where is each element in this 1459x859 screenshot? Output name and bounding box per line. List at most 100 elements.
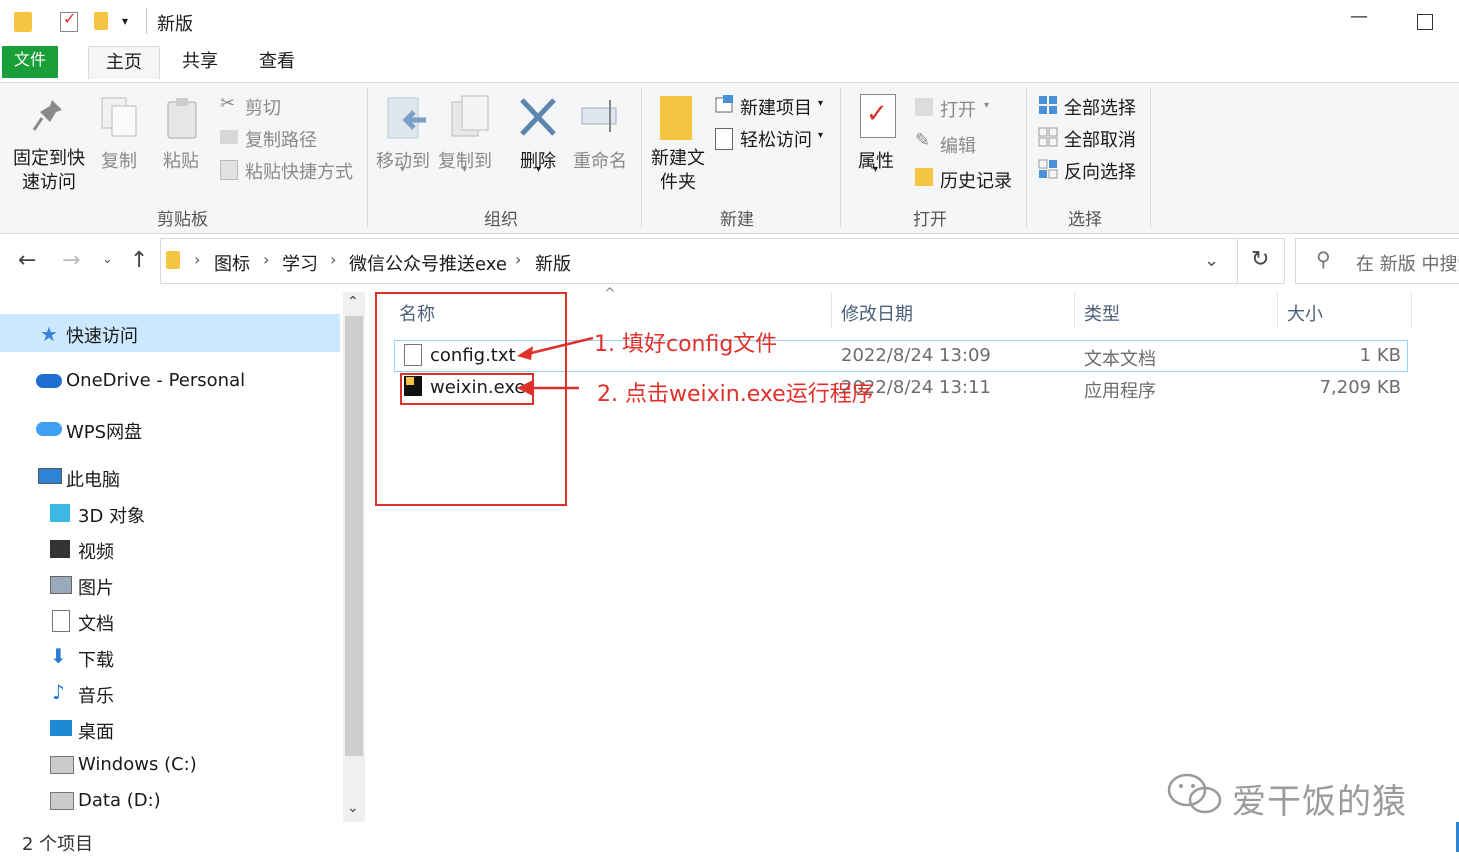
file-type: 应用程序 <box>1084 381 1156 402</box>
breadcrumb-separator-icon[interactable]: › <box>515 250 521 269</box>
column-header-type[interactable]: 类型 <box>1084 300 1120 326</box>
paste-icon[interactable] <box>164 96 200 140</box>
new-folder-icon[interactable] <box>660 96 692 140</box>
easy-access-icon[interactable] <box>715 128 733 150</box>
chevron-down-icon[interactable]: ▾ <box>536 164 541 175</box>
chevron-down-icon[interactable]: ▾ <box>462 164 467 175</box>
open-button[interactable]: 打开 <box>940 96 976 122</box>
column-header-date[interactable]: 修改日期 <box>841 300 913 326</box>
watermark-text: 爱干饭的猿 <box>1232 782 1407 822</box>
history-button[interactable]: 历史记录 <box>940 167 1012 193</box>
recent-locations-icon[interactable]: ⌄ <box>102 252 113 267</box>
scroll-up-icon[interactable]: ⌃ <box>347 294 359 310</box>
chevron-down-icon[interactable]: ▾ <box>400 164 405 175</box>
delete-icon[interactable] <box>518 96 558 138</box>
new-folder-quick-icon[interactable] <box>94 12 108 30</box>
nav-music[interactable]: 音乐 <box>78 682 114 708</box>
column-divider[interactable] <box>1074 292 1075 328</box>
breadcrumb-item[interactable]: 微信公众号推送exe <box>349 250 507 276</box>
select-all-icon[interactable] <box>1038 95 1058 119</box>
column-divider[interactable] <box>1411 292 1412 328</box>
column-header-size[interactable]: 大小 <box>1287 300 1323 326</box>
maximize-icon[interactable] <box>1417 14 1433 30</box>
paste-shortcut-icon[interactable] <box>220 160 238 180</box>
scroll-down-icon[interactable]: ⌄ <box>347 800 359 816</box>
paste-button[interactable]: 粘贴 <box>163 147 199 173</box>
breadcrumb-separator-icon[interactable]: › <box>330 250 336 269</box>
column-divider[interactable] <box>1277 292 1278 328</box>
easy-access-button[interactable]: 轻松访问 <box>740 126 812 152</box>
nav-drive-d[interactable]: Data (D:) <box>78 790 161 811</box>
back-arrow-icon[interactable]: ← <box>18 248 36 273</box>
open-group-label: 打开 <box>913 210 947 230</box>
nav-documents[interactable]: 文档 <box>78 610 114 636</box>
invert-selection-icon[interactable] <box>1038 159 1058 183</box>
nav-onedrive[interactable]: OneDrive - Personal <box>66 370 245 391</box>
cut-button[interactable]: 剪切 <box>245 94 281 120</box>
tab-share[interactable]: 共享 <box>168 46 232 78</box>
move-to-icon[interactable] <box>386 96 428 142</box>
forward-arrow-icon[interactable]: → <box>62 248 80 273</box>
pin-button[interactable]: 固定到快速访问 <box>13 147 85 195</box>
computer-icon <box>38 468 62 484</box>
music-icon: ♪ <box>52 680 65 704</box>
refresh-button[interactable]: ↻ <box>1237 238 1285 284</box>
breadcrumb-item[interactable]: 新版 <box>535 250 571 276</box>
rename-button[interactable]: 重命名 <box>573 147 627 173</box>
open-icon[interactable] <box>915 98 933 116</box>
copy-path-icon[interactable] <box>220 130 238 144</box>
chevron-down-icon[interactable]: ▾ <box>122 14 128 28</box>
copy-icon[interactable] <box>100 96 140 140</box>
pin-icon[interactable] <box>32 98 64 136</box>
nav-this-pc[interactable]: 此电脑 <box>66 466 120 492</box>
rename-icon[interactable] <box>580 98 624 134</box>
chevron-down-icon[interactable]: ▾ <box>984 100 989 111</box>
edit-button[interactable]: 编辑 <box>940 132 976 158</box>
nav-scrollbar-thumb[interactable] <box>345 316 363 756</box>
new-item-button[interactable]: 新建项目 <box>740 94 812 120</box>
select-none-button[interactable]: 全部取消 <box>1064 126 1136 152</box>
chevron-down-icon[interactable]: ▾ <box>818 130 823 141</box>
breadcrumb-item[interactable]: 学习 <box>282 250 318 276</box>
nav-quick-access[interactable]: 快速访问 <box>66 322 138 348</box>
breadcrumb-item[interactable]: 图标 <box>214 250 250 276</box>
nav-pictures[interactable]: 图片 <box>78 574 114 600</box>
breadcrumb-separator-icon[interactable]: › <box>263 250 269 269</box>
edit-icon[interactable]: ✎ <box>915 130 930 151</box>
breadcrumb-separator-icon[interactable]: › <box>194 250 200 269</box>
group-divider <box>1150 88 1151 228</box>
column-divider[interactable] <box>831 292 832 328</box>
new-folder-button[interactable]: 新建文件夹 <box>650 147 706 195</box>
properties-icon[interactable]: ✓ <box>860 94 896 138</box>
annotation-step1: 1. 填好config文件 <box>594 332 778 357</box>
invert-selection-button[interactable]: 反向选择 <box>1064 158 1136 184</box>
select-none-icon[interactable] <box>1038 127 1058 151</box>
address-dropdown-icon[interactable]: ⌄ <box>1204 250 1219 271</box>
nav-videos[interactable]: 视频 <box>78 538 114 564</box>
chevron-down-icon[interactable]: ▾ <box>873 164 878 175</box>
paste-shortcut-button[interactable]: 粘贴快捷方式 <box>245 158 353 184</box>
tab-home[interactable]: 主页 <box>88 46 160 79</box>
copy-button[interactable]: 复制 <box>101 147 137 173</box>
nav-downloads[interactable]: 下载 <box>78 646 114 672</box>
copy-path-button[interactable]: 复制路径 <box>245 126 317 152</box>
scissors-icon[interactable]: ✂ <box>220 93 235 114</box>
new-item-icon[interactable] <box>715 94 735 114</box>
desktop-icon <box>50 720 72 736</box>
tab-file[interactable]: 文件 <box>2 46 58 78</box>
tab-view[interactable]: 查看 <box>245 46 309 78</box>
select-all-button[interactable]: 全部选择 <box>1064 94 1136 120</box>
minimize-icon[interactable]: — <box>1350 6 1368 27</box>
search-box[interactable]: ⚲ 在 新版 中搜索 <box>1295 238 1459 284</box>
nav-wps[interactable]: WPS网盘 <box>66 418 142 444</box>
copy-to-icon[interactable] <box>448 94 492 140</box>
nav-drive-c[interactable]: Windows (C:) <box>78 754 197 775</box>
nav-3d-objects[interactable]: 3D 对象 <box>78 502 145 528</box>
history-icon[interactable] <box>915 168 933 186</box>
up-arrow-icon[interactable]: ↑ <box>130 248 148 273</box>
nav-desktop[interactable]: 桌面 <box>78 718 114 744</box>
properties-quick-icon[interactable]: ✓ <box>60 9 78 32</box>
address-bar[interactable] <box>160 238 1238 284</box>
chevron-down-icon[interactable]: ▾ <box>818 98 823 109</box>
search-input[interactable]: 在 新版 中搜索 <box>1356 250 1459 276</box>
